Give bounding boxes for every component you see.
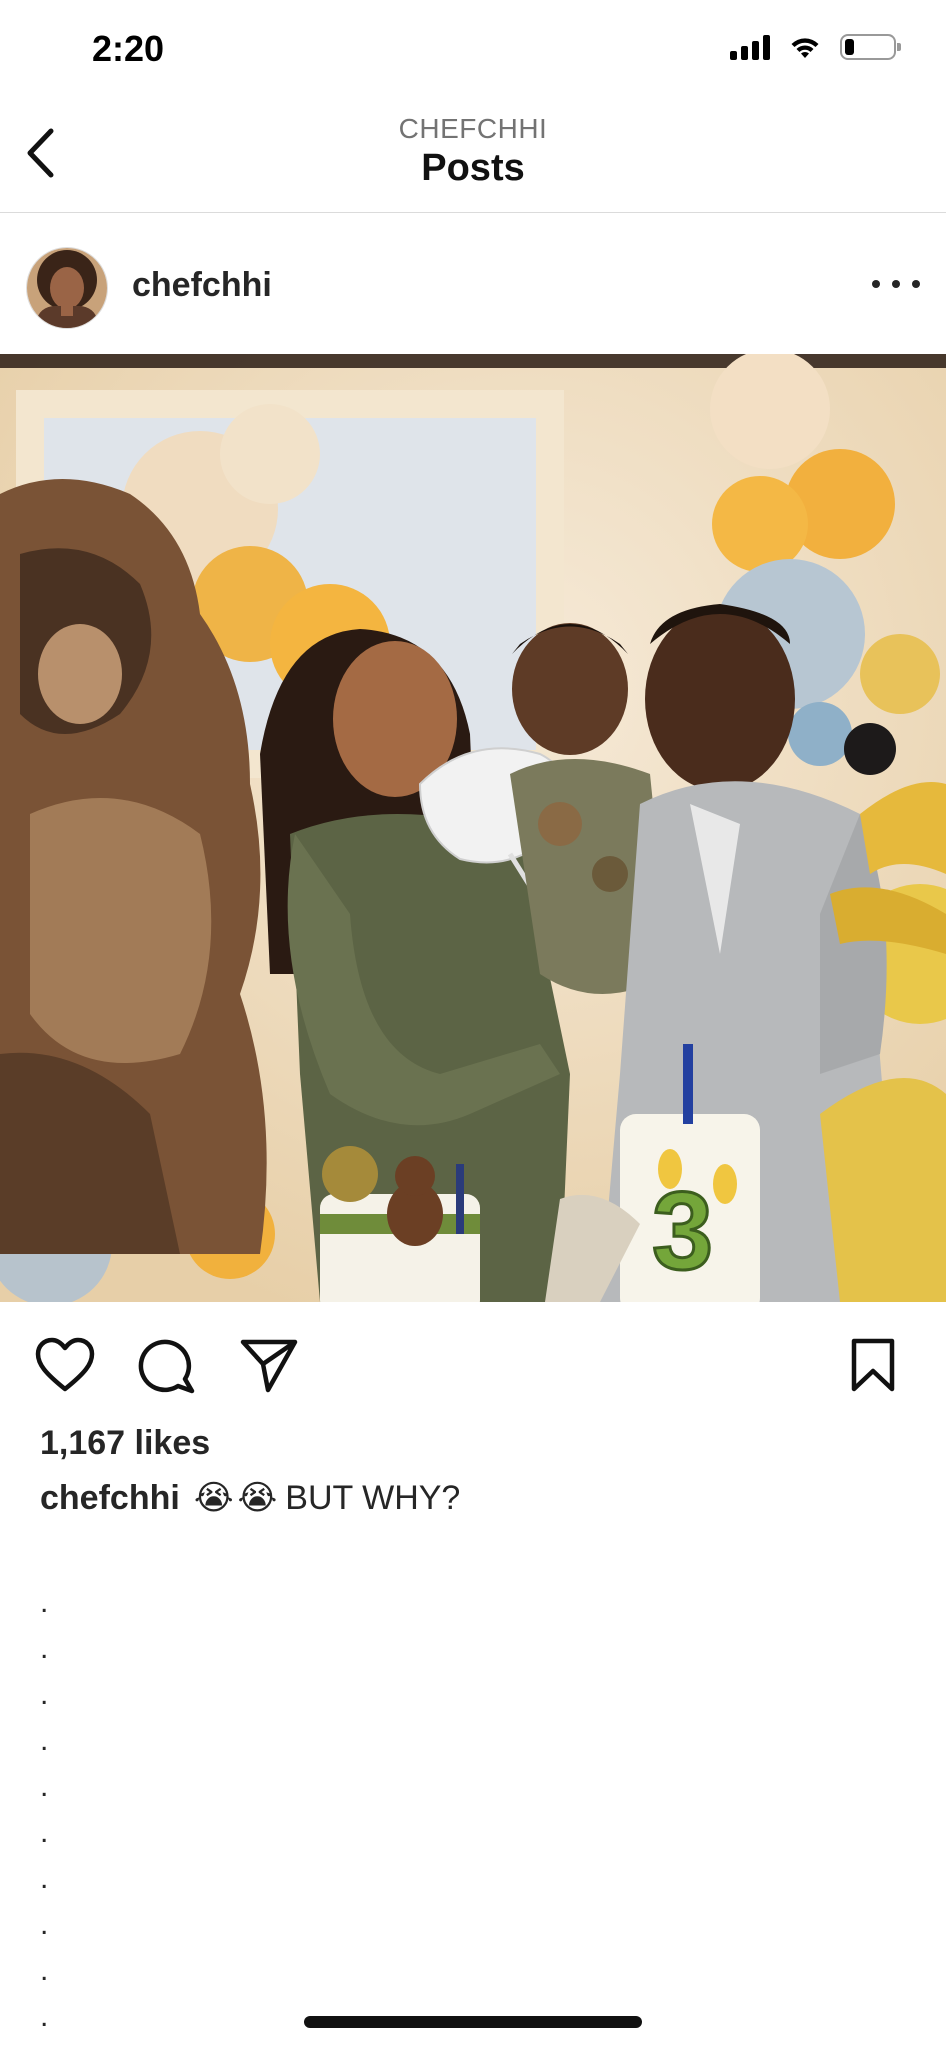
more-options-button[interactable] bbox=[872, 270, 920, 298]
caption-dot: . bbox=[40, 1632, 49, 1665]
crying-emoji: 😭 bbox=[193, 1479, 234, 1517]
post-action-bar bbox=[0, 1302, 946, 1422]
comment-button[interactable] bbox=[134, 1332, 200, 1398]
post-caption: chefchhi 😭 😭 BUT WHY? bbox=[40, 1478, 460, 1518]
avatar[interactable] bbox=[26, 247, 108, 329]
caption-dot: . bbox=[40, 1954, 49, 1987]
battery-level bbox=[845, 39, 854, 55]
heart-icon bbox=[35, 1337, 95, 1392]
caption-dot: . bbox=[40, 2000, 49, 2033]
caption-dot: . bbox=[40, 1770, 49, 1803]
wifi-icon bbox=[791, 38, 819, 58]
post-header: chefchhi bbox=[0, 212, 946, 354]
home-indicator[interactable] bbox=[304, 2016, 642, 2028]
status-bar: 2:20 bbox=[0, 0, 946, 95]
caption-dot: . bbox=[40, 1586, 49, 1619]
cellular-signal-icon bbox=[730, 34, 770, 60]
post-image[interactable]: 3 bbox=[0, 354, 946, 1302]
comment-icon bbox=[138, 1339, 195, 1394]
caption-username[interactable]: chefchhi bbox=[40, 1479, 180, 1518]
caption-dots: . . . . . . . . . . bbox=[40, 1580, 48, 2040]
like-button[interactable] bbox=[32, 1332, 98, 1398]
status-icons bbox=[730, 34, 901, 60]
share-button[interactable] bbox=[236, 1332, 302, 1398]
navigation-header: CHEFCHHI Posts bbox=[0, 95, 946, 213]
likes-count[interactable]: 1,167 likes bbox=[40, 1424, 210, 1463]
account-label: CHEFCHHI bbox=[398, 113, 548, 144]
caption-dot: . bbox=[40, 1908, 49, 1941]
page-title: Posts bbox=[421, 147, 525, 189]
caption-dot: . bbox=[40, 1816, 49, 1849]
caption-dot: . bbox=[40, 1724, 49, 1757]
caption-text: BUT WHY? bbox=[285, 1478, 461, 1517]
send-icon bbox=[240, 1339, 298, 1393]
svg-text:3: 3 bbox=[652, 1170, 713, 1293]
post-image-label bbox=[0, 354, 1, 355]
post-username[interactable]: chefchhi bbox=[132, 266, 272, 305]
caption-dot: . bbox=[40, 1862, 49, 1895]
save-button[interactable] bbox=[840, 1332, 906, 1398]
more-horizontal-icon bbox=[872, 280, 880, 288]
crying-emoji: 😭 bbox=[237, 1479, 278, 1517]
battery-icon bbox=[840, 34, 901, 60]
caption-dot: . bbox=[40, 1678, 49, 1711]
status-time: 2:20 bbox=[92, 28, 165, 69]
bookmark-icon bbox=[851, 1338, 895, 1392]
